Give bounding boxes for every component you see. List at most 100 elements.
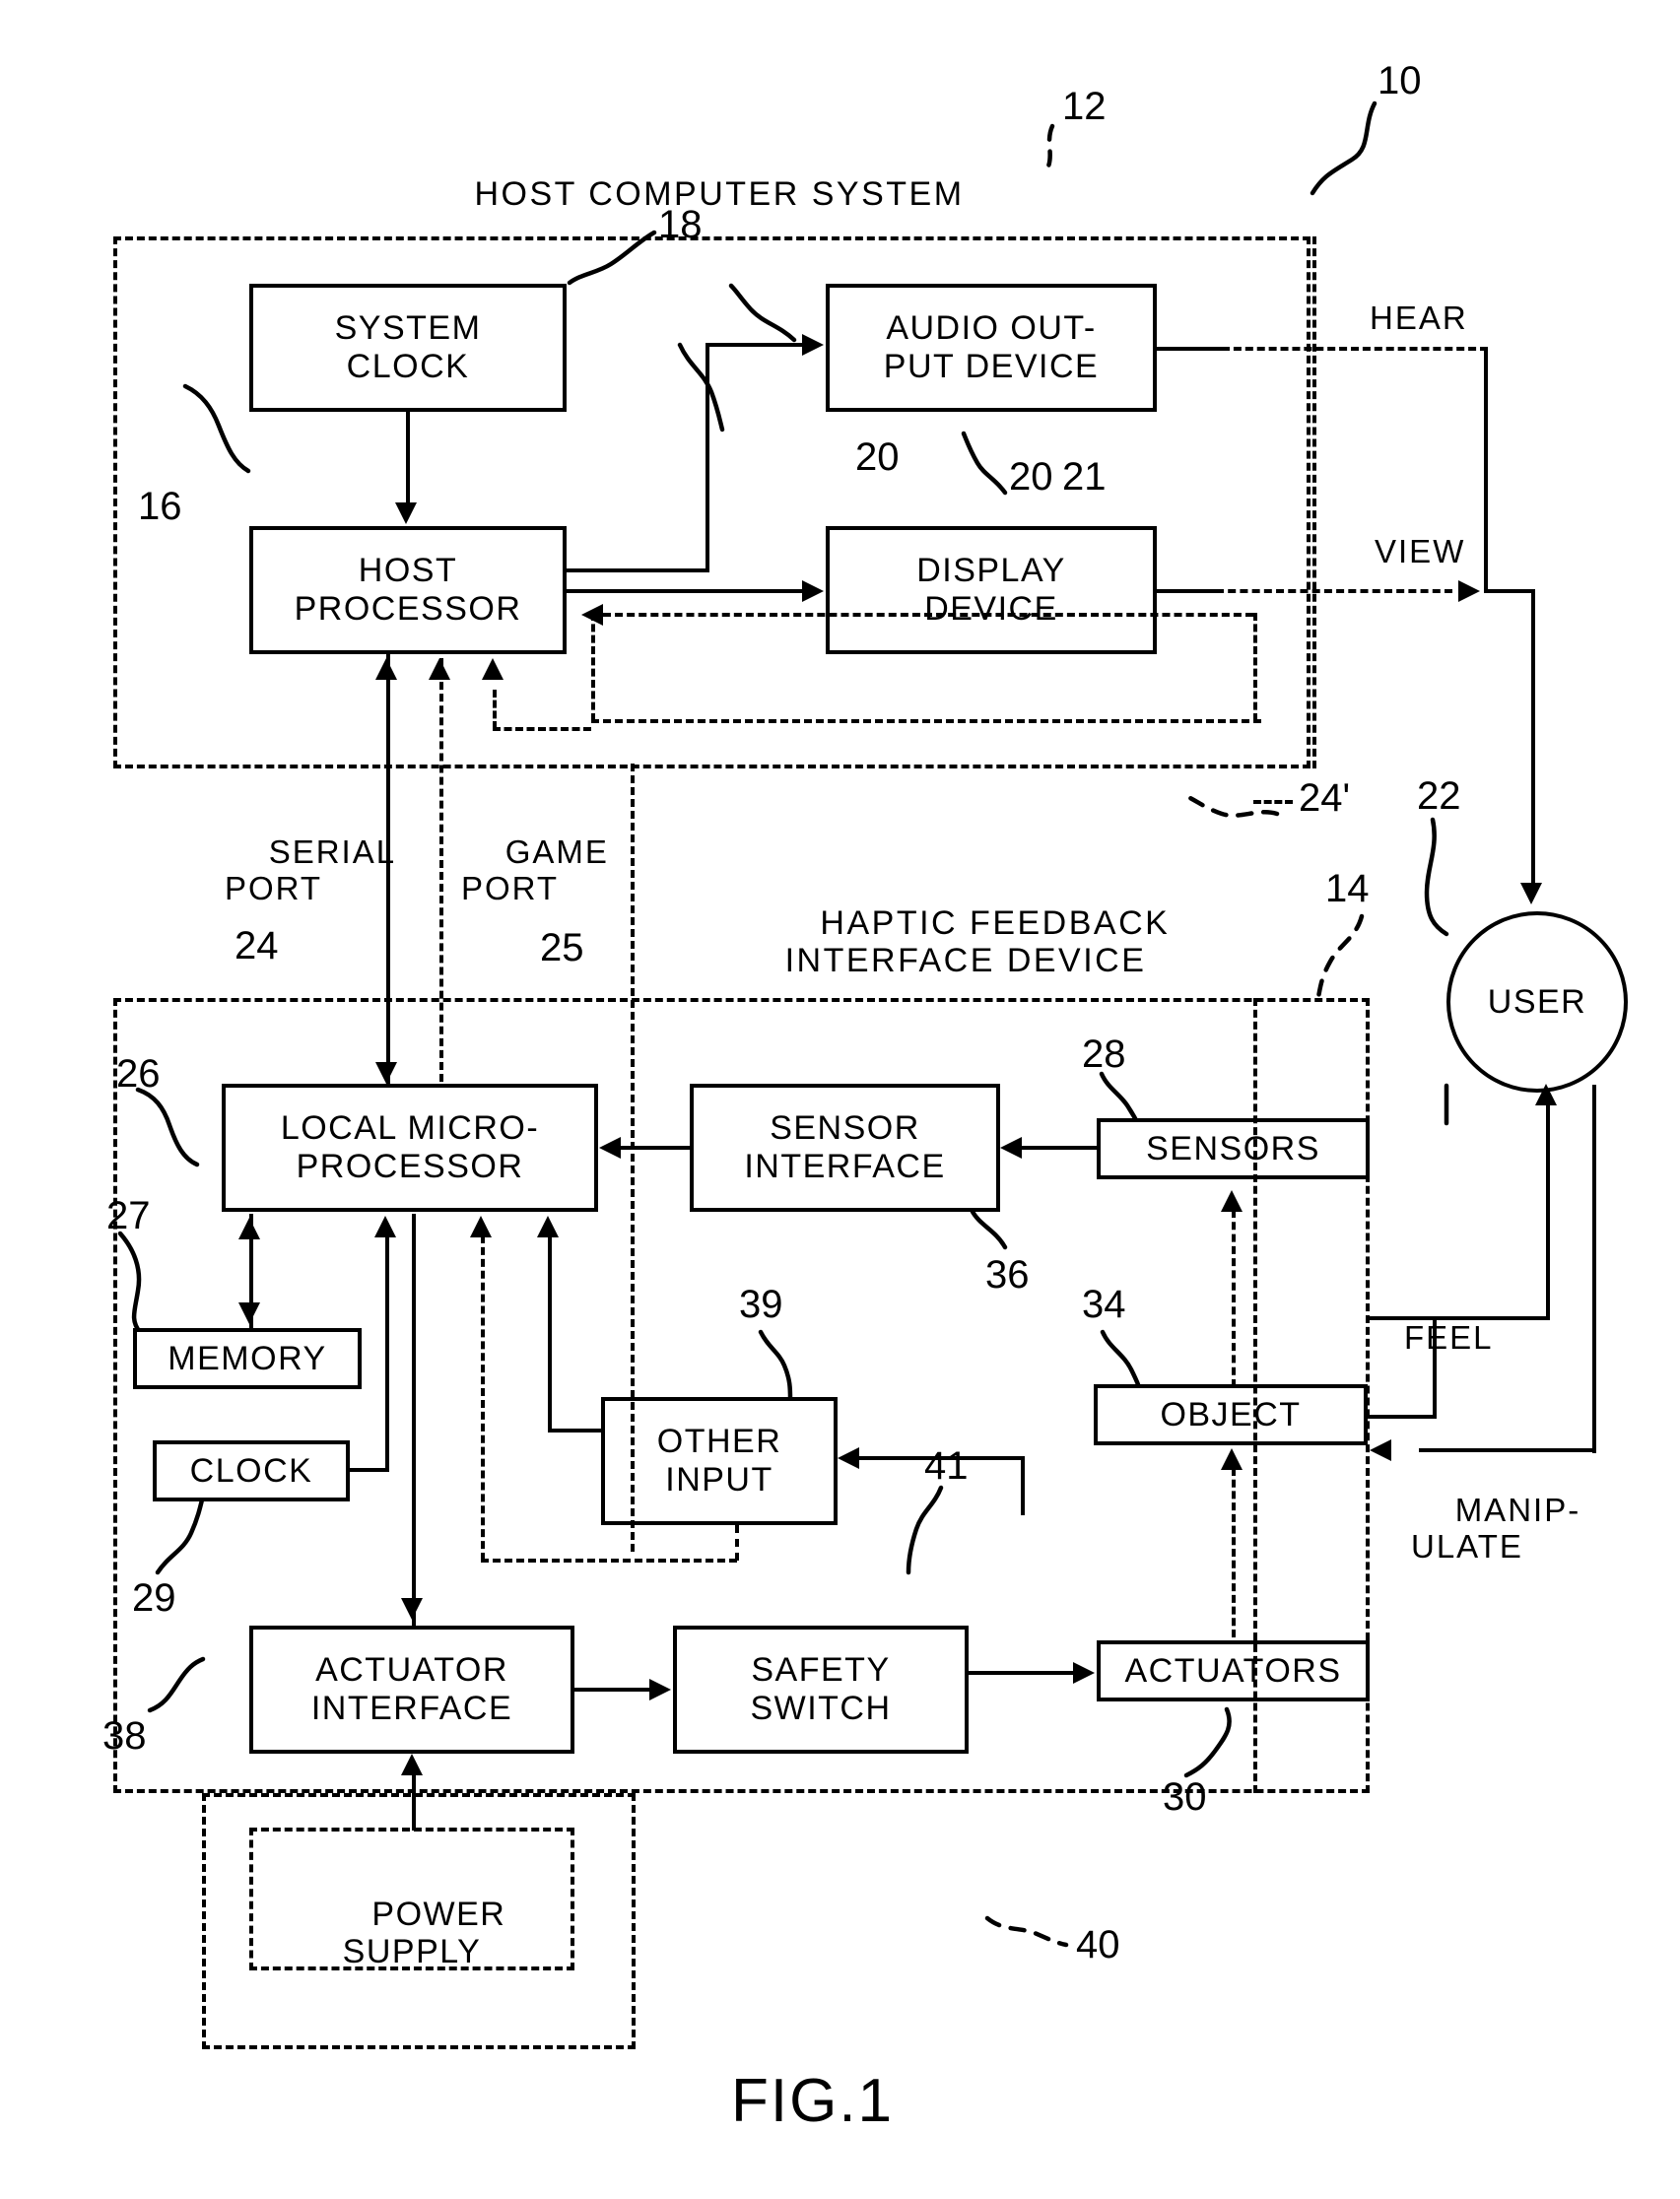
conn-hp-right-stub <box>567 568 709 572</box>
conn-hear-down <box>1484 347 1488 461</box>
dash-game-v <box>439 658 443 1082</box>
other-input-label: OTHER INPUT <box>656 1423 782 1499</box>
dash-object-to-sensors <box>1232 1210 1236 1387</box>
user-label: USER <box>1487 982 1587 1021</box>
clock-block[interactable]: CLOCK <box>153 1440 350 1501</box>
conn-clock-right <box>350 1468 389 1472</box>
conn-clock-to-host <box>406 412 410 506</box>
ref-39: 39 <box>739 1283 783 1326</box>
dash-device-inner-mid <box>631 764 635 1552</box>
audio-output-device-block[interactable]: AUDIO OUT- PUT DEVICE <box>826 284 1157 412</box>
arrow-to-display <box>802 580 824 602</box>
system-clock-block[interactable]: SYSTEM CLOCK <box>249 284 567 412</box>
arrow-device-up-a <box>470 1216 492 1237</box>
arrow-micro-to-memory <box>238 1302 260 1324</box>
memory-block[interactable]: MEMORY <box>133 1328 362 1389</box>
memory-label: MEMORY <box>168 1339 327 1377</box>
ref-24-prime: 24' <box>1299 776 1351 820</box>
audio-output-label: AUDIO OUT- PUT DEVICE <box>883 309 1100 385</box>
arrow-otherinput-to-micro <box>537 1216 559 1237</box>
clock-label: CLOCK <box>189 1451 313 1490</box>
user-circle[interactable]: USER <box>1446 911 1628 1093</box>
object-label: OBJECT <box>1160 1395 1302 1433</box>
conn-view-down-to-user <box>1484 461 1488 589</box>
arrow-serial-up <box>375 658 397 680</box>
system-clock-label: SYSTEM CLOCK <box>334 309 482 385</box>
arrow-power-to-actif <box>401 1754 423 1775</box>
sensor-interface-label: SENSOR INTERFACE <box>744 1109 946 1185</box>
conn-user-down <box>1592 1085 1596 1321</box>
ref-22: 22 <box>1417 774 1461 818</box>
host-system-title: HOST COMPUTER SYSTEM <box>474 175 965 213</box>
conn-manipulate-v <box>1592 1310 1596 1453</box>
arrow-display-fb <box>581 604 603 626</box>
ref-40: 40 <box>1076 1923 1120 1966</box>
arrow-to-audio <box>802 334 824 356</box>
dash-device-up-a-v2 <box>735 1525 739 1561</box>
dash-third-v <box>493 690 497 729</box>
arrow-actif-to-safety <box>649 1679 671 1700</box>
conn-hp-to-display <box>567 589 806 593</box>
object-block[interactable]: OBJECT <box>1094 1384 1368 1445</box>
local-microprocessor-label: LOCAL MICRO- PROCESSOR <box>280 1109 540 1185</box>
ref-41: 41 <box>924 1444 969 1488</box>
actuator-interface-block[interactable]: ACTUATOR INTERFACE <box>249 1626 574 1754</box>
ref-38: 38 <box>102 1714 147 1758</box>
dash-device-up-a-h <box>481 1559 737 1563</box>
arrow-sensorif-to-micro <box>599 1137 621 1159</box>
arrow-third-up <box>482 658 504 680</box>
ref-27: 27 <box>106 1194 151 1237</box>
dash-display-fb-v <box>1253 613 1257 721</box>
host-processor-block[interactable]: HOST PROCESSOR <box>249 526 567 654</box>
arrow-object-to-otherinput <box>838 1447 859 1469</box>
local-microprocessor-block[interactable]: LOCAL MICRO- PROCESSOR <box>222 1084 598 1212</box>
other-input-block[interactable]: OTHER INPUT <box>601 1397 838 1525</box>
conn-up-to-audio <box>706 343 709 571</box>
conn-object-to-otherinput-h <box>857 1456 1025 1460</box>
conn-micro-to-actif <box>412 1214 416 1628</box>
arrow-memory-to-micro <box>238 1218 260 1239</box>
display-device-block[interactable]: DISPLAY DEVICE <box>826 526 1157 654</box>
arrow-sensors-to-if <box>1000 1137 1022 1159</box>
conn-manipulate-h <box>1419 1448 1596 1452</box>
ref-20-display: 20 <box>1009 455 1053 499</box>
arrow-clock-to-micro <box>374 1216 396 1237</box>
conn-feel-to-user-v <box>1546 1103 1550 1320</box>
arrow-feel-to-user <box>1535 1084 1557 1105</box>
display-device-label: DISPLAY DEVICE <box>916 552 1066 628</box>
dash-actuators-to-object <box>1232 1468 1236 1637</box>
dash-device-inner-right <box>1253 998 1257 1793</box>
dash-hear-h <box>1222 347 1488 351</box>
actuators-block[interactable]: ACTUATORS <box>1097 1640 1370 1701</box>
arrow-into-user <box>1520 883 1542 904</box>
sensors-label: SENSORS <box>1146 1129 1320 1167</box>
ref-18: 18 <box>658 203 703 246</box>
ref-16: 16 <box>138 485 182 528</box>
hear-label: HEAR <box>1370 300 1468 336</box>
dash-third-h <box>493 727 591 731</box>
safety-switch-block[interactable]: SAFETY SWITCH <box>673 1626 969 1754</box>
conn-to-user-v <box>1531 591 1535 887</box>
conn-object-to-otherinput-v <box>1021 1456 1025 1515</box>
ref-21: 21 <box>1062 455 1107 499</box>
sensor-interface-block[interactable]: SENSOR INTERFACE <box>690 1084 1000 1212</box>
haptic-device-title: HAPTIC FEEDBACK INTERFACE DEVICE <box>784 904 1171 980</box>
dash-host-inner-right <box>1312 236 1316 768</box>
sensors-block[interactable]: SENSORS <box>1097 1118 1370 1179</box>
power-supply-label: POWER SUPPLY <box>342 1896 506 1971</box>
conn-display-right <box>1157 589 1216 593</box>
ref-30: 30 <box>1163 1775 1207 1819</box>
conn-feel-top <box>1368 1316 1437 1320</box>
conn-power-to-actif <box>412 1773 416 1831</box>
dash-display-fb-h2 <box>591 719 1261 723</box>
conn-sensors-to-if <box>1022 1146 1099 1150</box>
conn-object-feel-h <box>1368 1415 1433 1419</box>
view-label: VIEW <box>1375 533 1466 569</box>
ref-36: 36 <box>985 1253 1030 1297</box>
game-port-label: GAME PORT <box>461 833 609 906</box>
ref-26: 26 <box>116 1052 161 1096</box>
dash-view-h <box>1216 589 1452 593</box>
ref-34: 34 <box>1082 1283 1126 1326</box>
arrow-actuators-to-object <box>1221 1448 1243 1470</box>
conn-safety-to-actuators <box>969 1671 1075 1675</box>
